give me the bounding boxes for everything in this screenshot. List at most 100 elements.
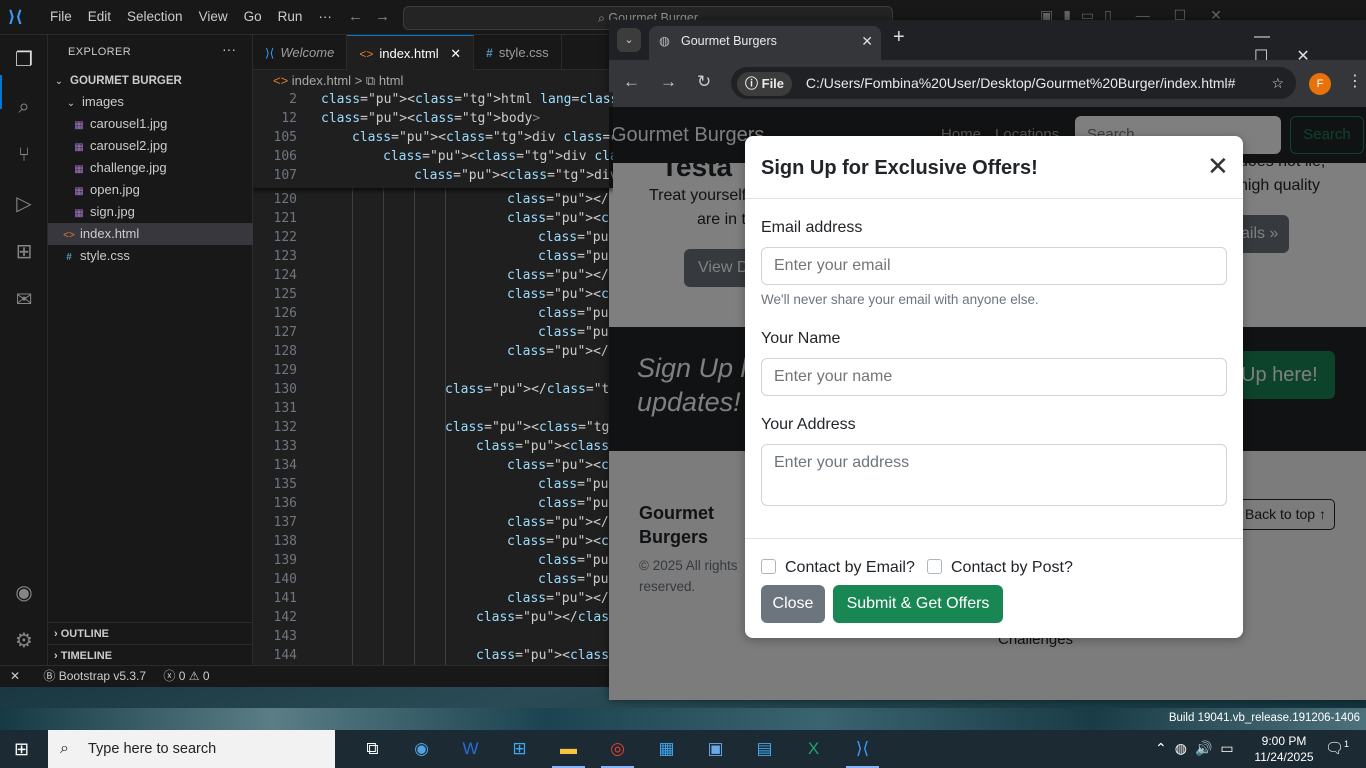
- explorer-more-button[interactable]: ···: [222, 41, 236, 57]
- close-tab-icon[interactable]: ✕: [861, 26, 873, 56]
- chrome-tab[interactable]: ◍ Gourmet Burgers ✕: [649, 26, 881, 60]
- chat-icon[interactable]: ✉: [12, 288, 36, 312]
- code-editor[interactable]: 2 class="pu"><class="tg">html lang=class=…: [253, 92, 613, 665]
- bookmark-star-icon[interactable]: ☆: [1271, 67, 1284, 99]
- menu-run[interactable]: Run: [270, 9, 311, 24]
- submit-button[interactable]: Submit & Get Offers: [833, 585, 1003, 623]
- menu-file[interactable]: File: [42, 9, 80, 24]
- email-field[interactable]: [761, 247, 1227, 285]
- photos-icon[interactable]: ▣: [691, 730, 740, 768]
- editor-tabs: ⟩⟨ Welcome <> index.html ✕ # style.css: [253, 35, 613, 70]
- tab-style-css[interactable]: # style.css: [474, 35, 562, 70]
- html-icon: <>: [273, 73, 292, 88]
- menu-edit[interactable]: Edit: [80, 9, 119, 24]
- account-icon[interactable]: ◉: [12, 581, 36, 605]
- close-button[interactable]: Close: [761, 585, 825, 623]
- checkbox-icon[interactable]: [761, 559, 776, 574]
- menu-go[interactable]: Go: [236, 9, 270, 24]
- line-number: 138: [273, 534, 297, 549]
- tab-index-html[interactable]: <> index.html ✕: [347, 35, 475, 70]
- close-icon[interactable]: ✕: [1207, 153, 1229, 179]
- tree-file[interactable]: ▦ sign.jpg: [48, 201, 253, 223]
- taskbar-clock[interactable]: 9:00 PM 11/24/2025: [1254, 733, 1314, 765]
- address-bar[interactable]: ⓘ File C:/Users/Fombina%20User/Desktop/G…: [731, 67, 1296, 99]
- menu-selection[interactable]: Selection: [119, 9, 191, 24]
- modal-title: Sign Up for Exclusive Offers!: [761, 157, 1038, 179]
- line-number: 106: [273, 149, 297, 164]
- code-line: class="pu"><class="tg">html lang=class="…: [321, 92, 613, 107]
- task-view-icon[interactable]: ⧉: [348, 730, 397, 768]
- breadcrumb-symbol[interactable]: html: [379, 73, 404, 88]
- site-info-chip[interactable]: ⓘ File: [737, 72, 793, 96]
- system-tray-icons[interactable]: ⌃◍🔊▭: [1155, 740, 1242, 757]
- html-file-icon: <>: [63, 230, 75, 241]
- notification-icon[interactable]: 🗨1: [1325, 739, 1349, 757]
- remote-icon[interactable]: ✕: [0, 666, 30, 687]
- close-icon[interactable]: ✕: [450, 46, 461, 61]
- back-forward-reload-icon[interactable]: ←→↻: [623, 72, 731, 92]
- tree-file-selected[interactable]: <> index.html: [48, 223, 253, 245]
- code-line: class="pu"><class="tg">input typ: [538, 249, 613, 264]
- explorer-icon[interactable]: ❐: [12, 48, 36, 72]
- line-number: 144: [273, 648, 297, 663]
- new-tab-button[interactable]: +: [893, 26, 905, 49]
- explorer-title: EXPLORER: [68, 46, 132, 58]
- image-file-icon: ▦: [74, 142, 84, 153]
- store-icon[interactable]: ⊞: [495, 730, 544, 768]
- file-explorer-icon[interactable]: ▬: [544, 730, 593, 768]
- address-textarea[interactable]: Enter your address: [761, 444, 1227, 506]
- run-debug-icon[interactable]: ▷: [12, 192, 36, 216]
- tab-welcome[interactable]: ⟩⟨ Welcome: [253, 35, 348, 70]
- error-icon: ⓧ: [163, 669, 179, 683]
- image-file-icon: ▦: [74, 186, 84, 197]
- warning-count[interactable]: 0: [203, 669, 210, 683]
- app-icon[interactable]: ◉: [397, 730, 446, 768]
- tab-search-chevron-icon[interactable]: ⌄: [617, 28, 641, 52]
- settings-gear-icon[interactable]: ⚙: [12, 629, 36, 653]
- code-line: class="pu"><class="tg">div class=class="…: [414, 168, 613, 183]
- indent-guide: [352, 188, 353, 665]
- tree-file[interactable]: ▦ open.jpg: [48, 179, 253, 201]
- line-number: 105: [273, 130, 297, 145]
- error-count[interactable]: 0: [179, 669, 186, 683]
- excel-icon[interactable]: X: [789, 730, 838, 768]
- nav-back-forward-icon[interactable]: ←→: [348, 8, 402, 25]
- desktop-wallpaper-strip: [0, 708, 1366, 730]
- source-control-icon[interactable]: ⑂: [12, 143, 36, 167]
- taskbar-search-box[interactable]: ⌕ Type here to search: [48, 730, 335, 768]
- line-number: 139: [273, 553, 297, 568]
- tree-file[interactable]: ▦ challenge.jpg: [48, 157, 253, 179]
- contact-email-checkbox[interactable]: Contact by Email?: [761, 559, 915, 577]
- address-label: Your Address: [761, 416, 856, 433]
- name-field[interactable]: [761, 358, 1227, 396]
- search-icon[interactable]: ⌕: [12, 95, 36, 119]
- sticky-scroll-header[interactable]: 2 class="pu"><class="tg">html lang=class=…: [253, 92, 613, 188]
- chrome-menu-icon[interactable]: ⋮: [1347, 71, 1363, 91]
- tree-file[interactable]: ▦ carousel2.jpg: [48, 135, 253, 157]
- tree-file[interactable]: # style.css: [48, 245, 253, 267]
- code-line: class="pu"><class="tg">div class=class="…: [507, 287, 613, 302]
- contact-post-checkbox[interactable]: Contact by Post?: [927, 559, 1073, 577]
- profile-avatar[interactable]: F: [1309, 73, 1331, 95]
- breadcrumb-file[interactable]: index.html: [292, 73, 351, 88]
- line-number: 130: [273, 382, 297, 397]
- checkbox-icon[interactable]: [927, 559, 942, 574]
- calculator-icon[interactable]: ▦: [642, 730, 691, 768]
- tree-root-folder[interactable]: ⌄ GOURMET BURGER: [48, 69, 253, 91]
- code-line: class="pu"></class="tg">div>: [507, 268, 613, 283]
- chrome-icon[interactable]: ◎: [593, 730, 642, 768]
- word-icon[interactable]: W: [446, 730, 495, 768]
- code-line: class="pu"></class="tg">div>: [507, 591, 613, 606]
- extensions-icon[interactable]: ⊞: [12, 240, 36, 264]
- windows-start-icon[interactable]: ⊞: [14, 739, 29, 760]
- timeline-panel-header[interactable]: › TIMELINE: [48, 644, 253, 666]
- tree-folder-images[interactable]: ⌄ images: [48, 91, 253, 113]
- menu-more[interactable]: ···: [310, 9, 340, 24]
- bootstrap-status[interactable]: Bootstrap v5.3.7: [59, 669, 146, 683]
- status-bar: ✕ Ⓑ Bootstrap v5.3.7 ⓧ 0 ⚠ 0: [0, 665, 613, 687]
- tree-file[interactable]: ▦ carousel1.jpg: [48, 113, 253, 135]
- vscode-icon[interactable]: ⟩⟨: [838, 730, 887, 768]
- outline-panel-header[interactable]: › OUTLINE: [48, 622, 253, 644]
- menu-view[interactable]: View: [191, 9, 236, 24]
- calendar-icon[interactable]: ▤: [740, 730, 789, 768]
